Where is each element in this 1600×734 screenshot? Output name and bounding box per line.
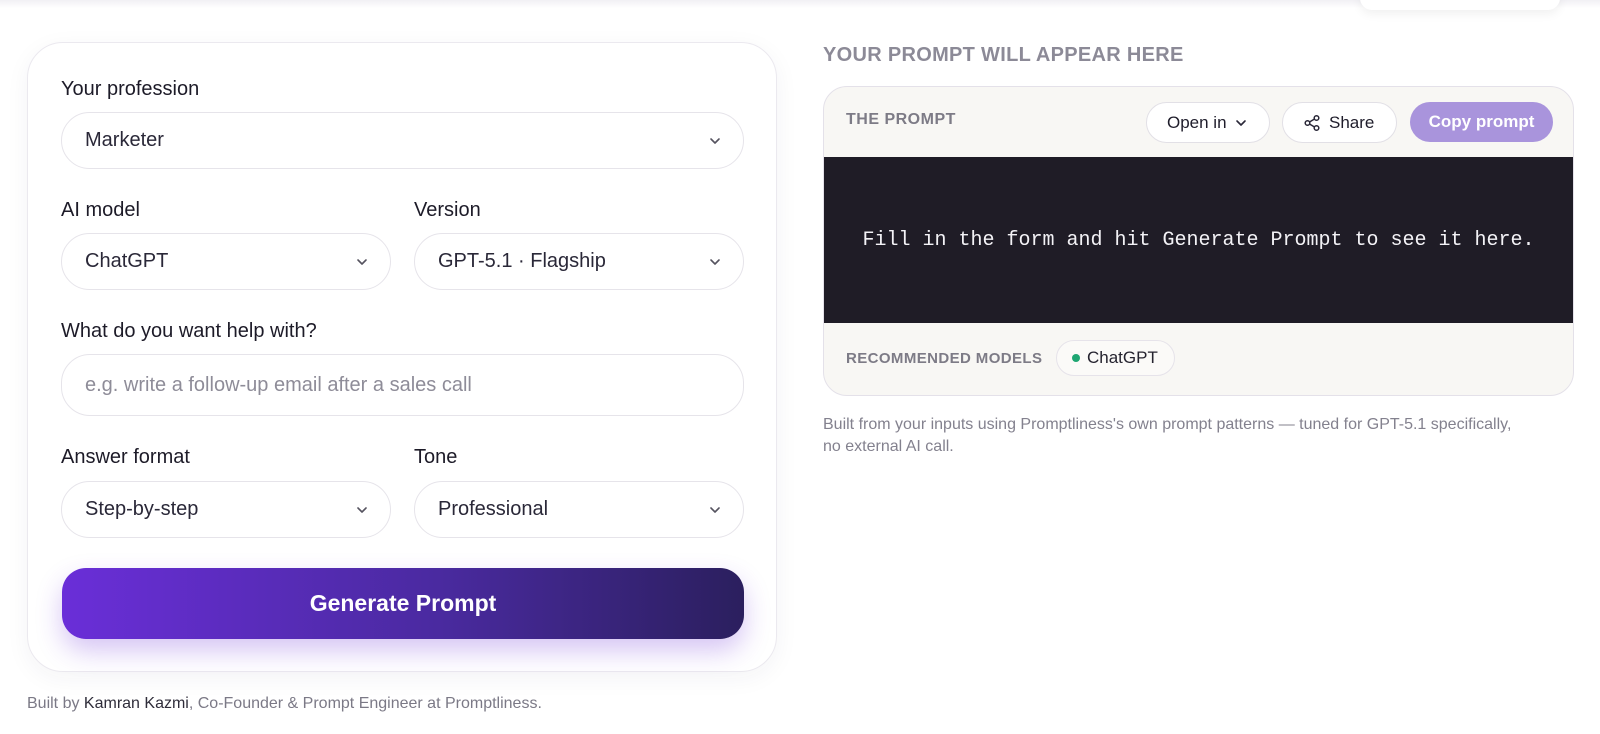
generate-prompt-button[interactable]: Generate Prompt (62, 568, 744, 639)
footer-credit: Built by Kamran Kazmi, Co-Founder & Prom… (27, 695, 542, 713)
version-select[interactable]: GPT-5.1 · Flagship (414, 233, 744, 290)
answer-format-label: Answer format (61, 446, 190, 468)
prompt-output-card: THE PROMPT Open in Share Copy prompt Fil… (823, 86, 1574, 396)
tone-select[interactable]: Professional (414, 481, 744, 538)
version-label: Version (414, 199, 481, 221)
chevron-down-icon (1235, 119, 1246, 126)
help-with-placeholder: e.g. write a follow-up email after a sal… (85, 373, 472, 396)
ai-model-label: AI model (61, 199, 140, 221)
footer-suffix: , Co-Founder & Prompt Engineer at Prompt… (188, 695, 542, 712)
version-value: GPT-5.1 · Flagship (438, 250, 606, 272)
help-with-label: What do you want help with? (61, 320, 317, 342)
chevron-down-icon (357, 507, 367, 513)
prompt-form-card: Your profession Marketer AI model ChatGP… (27, 42, 777, 672)
top-header-edge (1360, 0, 1560, 10)
chevron-down-icon (357, 259, 367, 265)
prompt-output-area: Fill in the form and hit Generate Prompt… (824, 157, 1573, 323)
chevron-down-icon (710, 259, 720, 265)
prompt-card-header: THE PROMPT Open in Share Copy prompt (824, 87, 1573, 157)
profession-label: Your profession (61, 78, 200, 100)
chevron-down-icon (710, 138, 720, 144)
output-heading: YOUR PROMPT WILL APPEAR HERE (823, 44, 1184, 66)
share-button[interactable]: Share (1282, 102, 1397, 143)
copy-prompt-button[interactable]: Copy prompt (1410, 102, 1553, 142)
recommended-models-label: RECOMMENDED MODELS (846, 350, 1043, 367)
prompt-card-title: THE PROMPT (846, 111, 956, 128)
recommended-model-chip: ChatGPT (1056, 340, 1175, 376)
prompt-card-footer: RECOMMENDED MODELS ChatGPT (824, 323, 1573, 395)
open-in-button[interactable]: Open in (1146, 102, 1270, 143)
prompt-placeholder-text: Fill in the form and hit Generate Prompt… (862, 228, 1535, 252)
tone-value: Professional (438, 498, 549, 520)
answer-format-select[interactable]: Step-by-step (61, 481, 391, 538)
open-in-label: Open in (1167, 112, 1227, 132)
share-icon (1304, 114, 1320, 131)
model-status-dot (1072, 354, 1080, 362)
profession-value: Marketer (85, 129, 164, 151)
share-label: Share (1329, 112, 1375, 132)
ai-model-select[interactable]: ChatGPT (61, 233, 391, 290)
chevron-down-icon (710, 507, 720, 513)
footer-prefix: Built by (27, 695, 84, 712)
tone-label: Tone (414, 446, 458, 468)
generation-note: Built from your inputs using Promptlines… (823, 416, 1512, 455)
profession-select[interactable]: Marketer (61, 112, 744, 169)
recommended-model-name: ChatGPT (1087, 348, 1158, 367)
answer-format-value: Step-by-step (85, 498, 199, 520)
author-link[interactable]: Kamran Kazmi (84, 695, 189, 712)
ai-model-value: ChatGPT (85, 250, 169, 272)
help-with-input[interactable]: e.g. write a follow-up email after a sal… (61, 354, 744, 416)
